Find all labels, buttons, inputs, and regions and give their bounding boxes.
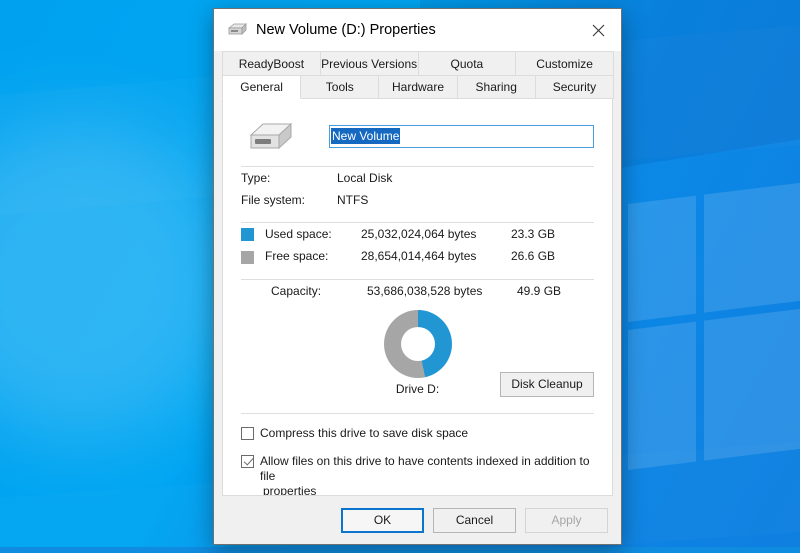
- drive-icon: [226, 22, 248, 38]
- compress-checkbox[interactable]: [241, 427, 254, 440]
- tab-label: Sharing: [476, 80, 517, 94]
- ok-button[interactable]: OK: [341, 508, 424, 533]
- drive-info-table: Type: Local Disk File system: NTFS: [241, 167, 594, 211]
- tab-label: General: [240, 80, 283, 94]
- dialog-footer: OK Cancel Apply: [214, 496, 621, 544]
- volume-name-row: New Volume: [241, 117, 594, 155]
- ok-label: OK: [374, 513, 391, 527]
- free-space-label: Free space:: [265, 245, 361, 267]
- volume-name-input[interactable]: New Volume: [329, 125, 594, 148]
- filesystem-value: NTFS: [337, 189, 594, 211]
- capacity-table: Capacity: 53,686,038,528 bytes 49.9 GB: [241, 280, 594, 302]
- index-checkbox[interactable]: [241, 455, 254, 468]
- index-label: Allow files on this drive to have conten…: [260, 454, 590, 483]
- tab-readyboost[interactable]: ReadyBoost: [222, 51, 321, 75]
- index-checkbox-row[interactable]: Allow files on this drive to have conten…: [241, 454, 594, 496]
- used-space-bytes: 25,032,024,064 bytes: [361, 223, 511, 245]
- window-title: New Volume (D:) Properties: [256, 22, 436, 38]
- apply-label: Apply: [551, 513, 581, 527]
- used-space-color-swatch: [241, 228, 254, 241]
- tab-label: Security: [553, 80, 596, 94]
- free-space-gb: 26.6 GB: [511, 245, 594, 267]
- general-tab-panel: New Volume Type: Local Disk File system:…: [222, 99, 613, 496]
- taskbar: [0, 547, 800, 553]
- tab-row-upper: ReadyBoost Previous Versions Quota Custo…: [222, 51, 613, 75]
- drive-icon: [245, 119, 297, 153]
- space-usage-table: Used space: 25,032,024,064 bytes 23.3 GB…: [241, 223, 594, 268]
- type-label: Type:: [241, 167, 337, 189]
- capacity-bytes: 53,686,038,528 bytes: [367, 280, 517, 302]
- used-space-gb: 23.3 GB: [511, 223, 594, 245]
- filesystem-label: File system:: [241, 189, 337, 211]
- disk-usage-chart: Drive D: Disk Cleanup: [241, 310, 594, 402]
- free-space-swatch-cell: [241, 245, 265, 267]
- table-row-type: Type: Local Disk: [241, 167, 594, 189]
- properties-dialog: New Volume (D:) Properties ReadyBoost Pr…: [213, 8, 622, 545]
- close-icon[interactable]: [575, 9, 621, 51]
- usage-donut-chart: [384, 310, 452, 378]
- free-space-color-swatch: [241, 251, 254, 264]
- tab-label: Customize: [536, 57, 593, 71]
- table-row-free: Free space: 28,654,014,464 bytes 26.6 GB: [241, 245, 594, 267]
- cancel-label: Cancel: [456, 513, 493, 527]
- tab-hardware[interactable]: Hardware: [378, 75, 457, 99]
- table-row-used: Used space: 25,032,024,064 bytes 23.3 GB: [241, 223, 594, 245]
- tab-label: ReadyBoost: [239, 57, 304, 71]
- table-row-capacity: Capacity: 53,686,038,528 bytes 49.9 GB: [241, 280, 594, 302]
- index-label-continued: properties: [260, 484, 594, 496]
- used-space-swatch-cell: [241, 223, 265, 245]
- apply-button[interactable]: Apply: [525, 508, 608, 533]
- table-row-filesystem: File system: NTFS: [241, 189, 594, 211]
- volume-name-value: New Volume: [331, 128, 400, 144]
- tab-strip: ReadyBoost Previous Versions Quota Custo…: [214, 51, 621, 99]
- tab-tools[interactable]: Tools: [300, 75, 379, 99]
- drive-label: Drive D:: [396, 382, 439, 396]
- compress-label: Compress this drive to save disk space: [260, 426, 468, 441]
- cancel-button[interactable]: Cancel: [433, 508, 516, 533]
- tab-label: Tools: [326, 80, 354, 94]
- tab-general[interactable]: General: [222, 75, 301, 99]
- type-value: Local Disk: [337, 167, 594, 189]
- index-label-wrap: Allow files on this drive to have conten…: [260, 454, 594, 496]
- free-space-bytes: 28,654,014,464 bytes: [361, 245, 511, 267]
- title-bar: New Volume (D:) Properties: [214, 9, 621, 51]
- tab-label: Previous Versions: [321, 57, 417, 71]
- tab-label: Quota: [451, 57, 484, 71]
- used-space-label: Used space:: [265, 223, 361, 245]
- tab-previous-versions[interactable]: Previous Versions: [320, 51, 419, 75]
- divider-4: [241, 413, 594, 414]
- windows-logo-icon: [628, 172, 800, 534]
- disk-cleanup-label: Disk Cleanup: [511, 377, 582, 391]
- tab-sharing[interactable]: Sharing: [457, 75, 536, 99]
- compress-checkbox-row[interactable]: Compress this drive to save disk space: [241, 426, 594, 441]
- capacity-label: Capacity:: [241, 280, 367, 302]
- tab-customize[interactable]: Customize: [515, 51, 614, 75]
- tab-security[interactable]: Security: [535, 75, 614, 99]
- tab-row-lower: General Tools Hardware Sharing Security: [222, 75, 613, 99]
- tab-label: Hardware: [392, 80, 444, 94]
- disk-cleanup-button[interactable]: Disk Cleanup: [500, 372, 594, 397]
- tab-quota[interactable]: Quota: [418, 51, 517, 75]
- capacity-gb: 49.9 GB: [517, 280, 594, 302]
